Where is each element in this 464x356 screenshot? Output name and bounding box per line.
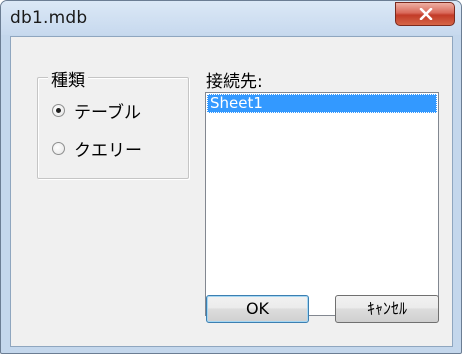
close-icon	[419, 8, 433, 20]
dialog-window: db1.mdb 種類 テーブル クエリー 接続先: Sheet1 OK ｷｬﾝｾ…	[0, 0, 462, 354]
radio-table[interactable]: テーブル	[52, 98, 141, 123]
radio-query-button[interactable]	[52, 142, 65, 155]
list-item-sheet1[interactable]: Sheet1	[207, 94, 437, 113]
close-button[interactable]	[395, 2, 455, 26]
window-title: db1.mdb	[10, 8, 88, 28]
radio-query[interactable]: クエリー	[52, 136, 142, 161]
dialog-body: 種類 テーブル クエリー 接続先: Sheet1 OK ｷｬﾝｾﾙ	[10, 36, 453, 347]
connect-listbox[interactable]: Sheet1	[205, 92, 439, 316]
radio-table-label[interactable]: テーブル	[74, 98, 141, 123]
radio-query-label[interactable]: クエリー	[74, 136, 142, 161]
type-group-label: 種類	[48, 66, 88, 91]
connect-label: 接続先:	[206, 72, 263, 92]
cancel-button[interactable]: ｷｬﾝｾﾙ	[335, 295, 439, 323]
ok-button[interactable]: OK	[206, 295, 309, 323]
title-bar[interactable]: db1.mdb	[1, 1, 461, 35]
type-groupbox: 種類 テーブル クエリー	[37, 66, 189, 179]
radio-table-button[interactable]	[52, 104, 65, 117]
